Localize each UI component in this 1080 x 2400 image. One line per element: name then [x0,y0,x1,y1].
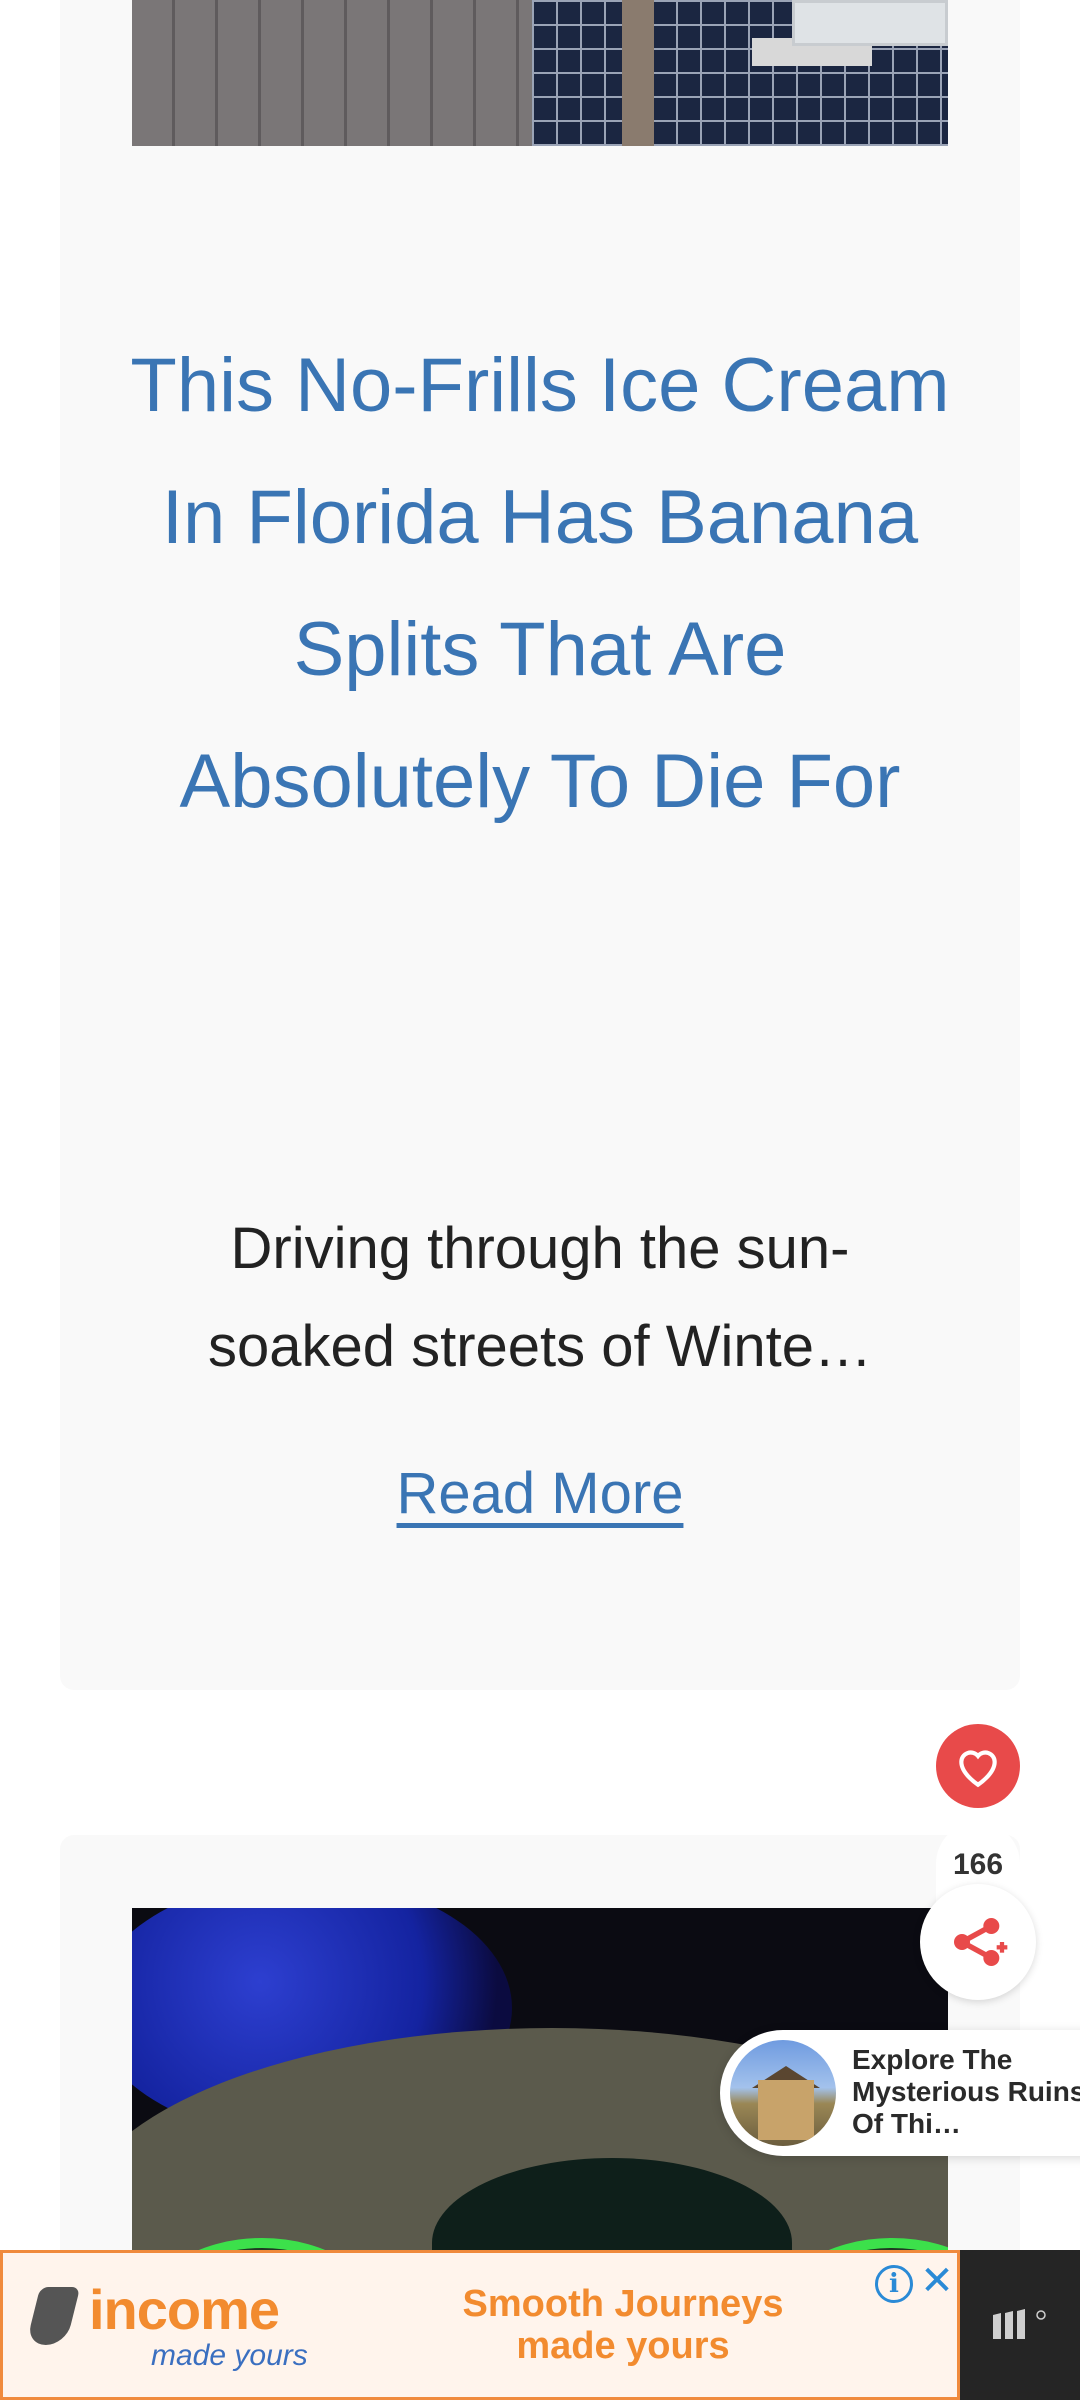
network-logo-icon [993,2309,1046,2339]
ad-headline: Smooth Journeys made yours [462,2283,784,2367]
ad-tagline: made yours [151,2339,308,2372]
close-icon[interactable]: ✕ [917,2259,957,2303]
share-icon [954,1918,1008,1966]
article-title[interactable]: This No-Frills Ice Cream In Florida Has … [120,320,960,848]
promo-thumbnail [726,2036,840,2150]
recommended-article-promo[interactable]: Explore The Mysterious Ruins Of Thi… [720,2030,1080,2156]
page: This No-Frills Ice Cream In Florida Has … [0,0,1080,2400]
wood-wall [132,0,532,146]
article-image[interactable] [132,0,948,146]
ad-logo: income made yours [25,2277,333,2377]
brand-mark-icon [25,2287,81,2345]
favorite-button[interactable] [936,1724,1020,1808]
ad-banner[interactable]: income made yours Smooth Journeys made y… [0,2250,960,2400]
heart-icon [959,1750,997,1788]
wood-post [622,0,654,146]
share-button[interactable] [920,1884,1036,2000]
ad-network-badge[interactable] [960,2250,1080,2400]
read-more-link[interactable]: Read More [0,1460,1080,1527]
promo-title: Explore The Mysterious Ruins Of Thi… [852,2044,1080,2139]
article-excerpt: Driving through the sun-soaked streets o… [207,1216,873,1379]
menu-sign [792,0,948,46]
info-icon[interactable]: i [875,2265,913,2303]
ad-brand: income [89,2278,280,2341]
ruin-building [758,2080,814,2140]
